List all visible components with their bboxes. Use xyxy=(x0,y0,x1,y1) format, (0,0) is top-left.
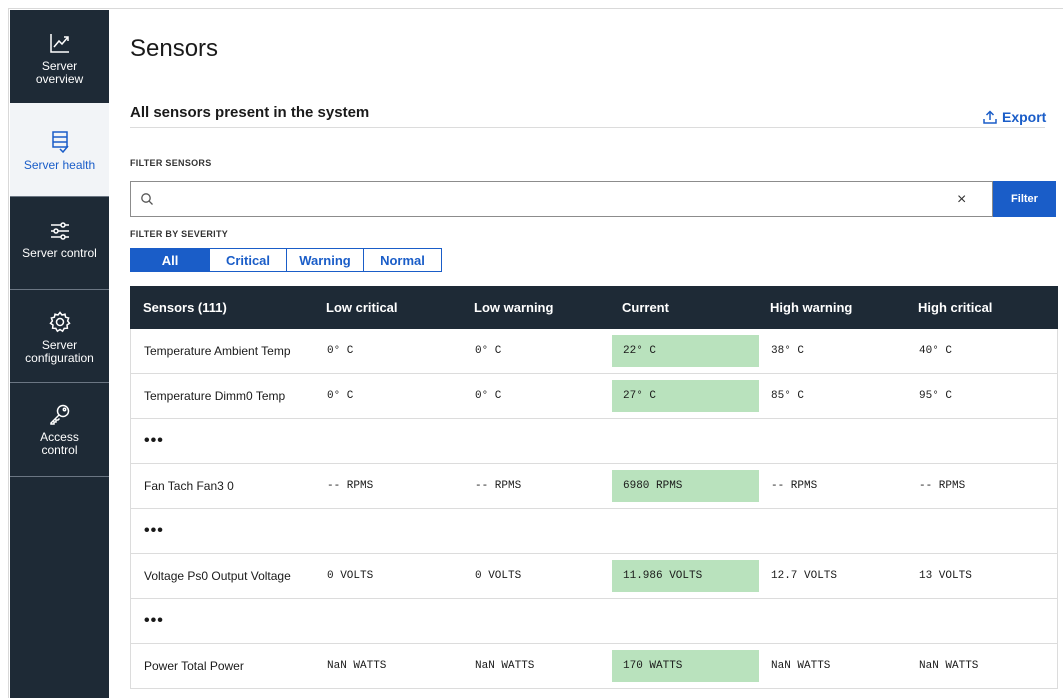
ellipsis: ••• xyxy=(144,522,164,539)
server-check-icon xyxy=(51,131,69,153)
sidebar: Server overview Server health Server con… xyxy=(10,10,109,698)
gear-icon xyxy=(48,311,71,333)
low-critical-value: 0 VOLTS xyxy=(327,570,374,582)
section-title: All sensors present in the system xyxy=(130,104,370,121)
chart-line-icon xyxy=(49,34,69,53)
sliders-icon xyxy=(50,222,69,240)
low-critical-value: 0° C xyxy=(327,345,354,357)
sensor-name: Fan Tach Fan3 0 xyxy=(144,479,234,493)
upload-icon xyxy=(983,110,997,124)
search-input[interactable] xyxy=(163,190,943,208)
clear-icon[interactable]: × xyxy=(957,191,966,209)
column-header-current[interactable]: Current xyxy=(609,286,757,329)
current-value: 11.986 VOLTS xyxy=(623,570,703,582)
filter-sensors-label: FILTER SENSORS xyxy=(130,158,212,168)
sensor-name: Temperature Dimm0 Temp xyxy=(144,389,286,403)
current-value: 6980 RPMS xyxy=(623,480,683,492)
sensor-name: Temperature Ambient Temp xyxy=(144,344,291,358)
page-title: Sensors xyxy=(130,35,219,62)
severity-warning-button[interactable]: Warning xyxy=(286,248,364,272)
sidebar-divider xyxy=(10,476,109,477)
low-critical-value: -- RPMS xyxy=(327,480,374,492)
table-row-ellipsis: ••• xyxy=(130,419,1058,464)
severity-filter: All Critical Warning Normal xyxy=(130,248,442,272)
table-row-ellipsis: ••• xyxy=(130,509,1058,554)
table-row: Power Total Power NaN WATTS NaN WATTS 17… xyxy=(130,644,1058,689)
column-header-low-critical[interactable]: Low critical xyxy=(313,286,461,329)
column-header-sensors[interactable]: Sensors (111) xyxy=(130,286,313,329)
current-value: 170 WATTS xyxy=(623,660,683,672)
column-header-low-warning[interactable]: Low warning xyxy=(461,286,609,329)
high-critical-value: -- RPMS xyxy=(919,480,966,492)
key-icon xyxy=(49,404,69,425)
sidebar-item-label: Server health xyxy=(23,158,96,172)
sidebar-item-label: Server overview xyxy=(35,59,84,86)
sidebar-item-access-control[interactable]: Access control xyxy=(10,383,109,476)
severity-all-button[interactable]: All xyxy=(130,248,210,272)
filter-severity-label: FILTER BY SEVERITY xyxy=(130,229,229,239)
sensor-name: Voltage Ps0 Output Voltage xyxy=(144,569,291,583)
high-critical-value: 95° C xyxy=(919,390,953,402)
high-warning-value: NaN WATTS xyxy=(771,660,831,672)
high-critical-value: 13 VOLTS xyxy=(919,570,972,582)
sidebar-item-label: Access control xyxy=(40,430,79,457)
sidebar-item-server-overview[interactable]: Server overview xyxy=(10,10,109,103)
ellipsis: ••• xyxy=(144,432,164,449)
low-warning-value: 0 VOLTS xyxy=(475,570,522,582)
sidebar-item-server-configuration[interactable]: Server configuration xyxy=(10,290,109,382)
high-warning-value: 12.7 VOLTS xyxy=(771,570,838,582)
sensor-name: Power Total Power xyxy=(144,659,244,673)
low-critical-value: 0° C xyxy=(327,390,354,402)
sensors-table: Sensors (111) Low critical Low warning C… xyxy=(130,286,1058,689)
low-warning-value: 0° C xyxy=(475,390,502,402)
table-row: Temperature Ambient Temp 0° C 0° C 22° C… xyxy=(130,329,1058,374)
search-icon xyxy=(141,193,153,205)
sidebar-item-label: Server control xyxy=(22,246,97,260)
sidebar-item-server-health[interactable]: Server health xyxy=(10,103,109,196)
ellipsis: ••• xyxy=(144,612,164,629)
column-header-high-warning[interactable]: High warning xyxy=(757,286,905,329)
sidebar-item-server-control[interactable]: Server control xyxy=(10,197,109,289)
filter-button[interactable]: Filter xyxy=(993,181,1056,217)
low-warning-value: 0° C xyxy=(475,345,502,357)
severity-critical-button[interactable]: Critical xyxy=(209,248,287,272)
low-critical-value: NaN WATTS xyxy=(327,660,387,672)
table-row-ellipsis: ••• xyxy=(130,599,1058,644)
low-warning-value: -- RPMS xyxy=(475,480,522,492)
column-header-high-critical[interactable]: High critical xyxy=(905,286,1058,329)
current-value: 27° C xyxy=(623,390,657,402)
sidebar-item-label: Server configuration xyxy=(25,338,94,365)
high-warning-value: -- RPMS xyxy=(771,480,818,492)
table-header: Sensors (111) Low critical Low warning C… xyxy=(130,286,1058,329)
table-row: Voltage Ps0 Output Voltage 0 VOLTS 0 VOL… xyxy=(130,554,1058,599)
severity-normal-button[interactable]: Normal xyxy=(363,248,442,272)
export-label: Export xyxy=(1002,109,1047,125)
search-box: × xyxy=(130,181,993,217)
current-value: 22° C xyxy=(623,345,657,357)
table-row: Temperature Dimm0 Temp 0° C 0° C 27° C 8… xyxy=(130,374,1058,419)
high-critical-value: NaN WATTS xyxy=(919,660,979,672)
main-content: Sensors All sensors present in the syste… xyxy=(109,9,1063,698)
high-warning-value: 38° C xyxy=(771,345,805,357)
high-warning-value: 85° C xyxy=(771,390,805,402)
low-warning-value: NaN WATTS xyxy=(475,660,535,672)
export-button[interactable]: Export xyxy=(983,109,1046,125)
app-frame: Server overview Server health Server con… xyxy=(8,8,1063,698)
table-row: Fan Tach Fan3 0 -- RPMS -- RPMS 6980 RPM… xyxy=(130,464,1058,509)
high-critical-value: 40° C xyxy=(919,345,953,357)
section-divider xyxy=(130,127,1045,128)
